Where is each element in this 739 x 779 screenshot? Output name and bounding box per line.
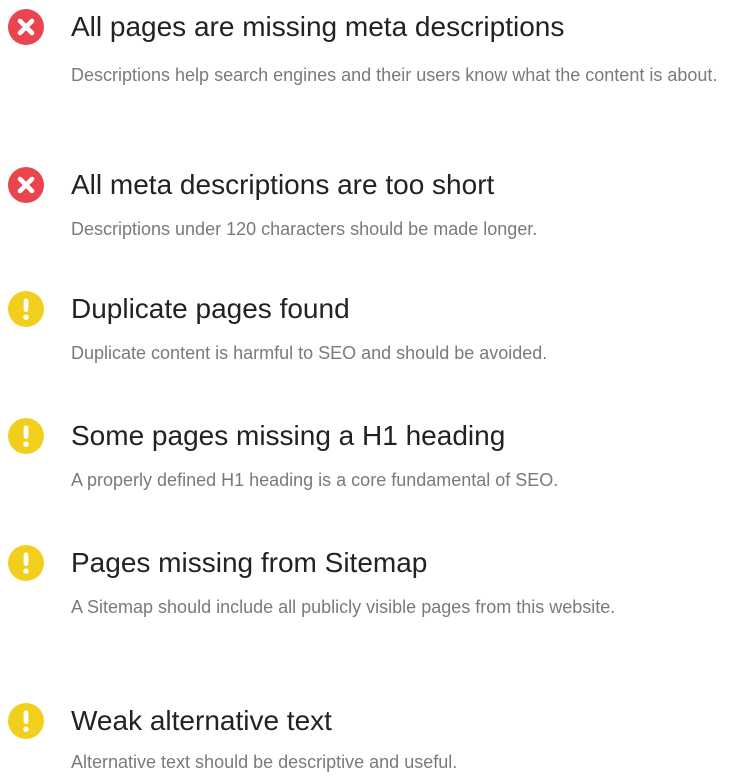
issue-description: A Sitemap should include all publicly vi…	[71, 597, 616, 617]
warning-exclamation-icon	[8, 291, 44, 327]
issue-title: All pages are missing meta descriptions	[71, 11, 565, 42]
seo-issues-list: All pages are missing meta descriptions …	[0, 0, 739, 779]
issue-description: Descriptions under 120 characters should…	[71, 219, 538, 239]
issue-title: Weak alternative text	[71, 705, 332, 736]
issue-description: Descriptions help search engines and the…	[71, 65, 718, 85]
warning-exclamation-icon	[8, 545, 44, 581]
warning-exclamation-icon	[8, 418, 44, 454]
error-x-icon	[8, 9, 44, 45]
error-x-icon	[8, 167, 44, 203]
issue-description: Alternative text should be descriptive a…	[71, 752, 458, 772]
warning-exclamation-icon	[8, 703, 44, 739]
issue-title: All meta descriptions are too short	[71, 169, 495, 200]
issue-title: Pages missing from Sitemap	[71, 547, 428, 578]
issue-description: Duplicate content is harmful to SEO and …	[71, 343, 548, 363]
issue-title: Some pages missing a H1 heading	[71, 420, 506, 451]
issue-title: Duplicate pages found	[71, 293, 350, 324]
issue-description: A properly defined H1 heading is a core …	[71, 470, 559, 490]
